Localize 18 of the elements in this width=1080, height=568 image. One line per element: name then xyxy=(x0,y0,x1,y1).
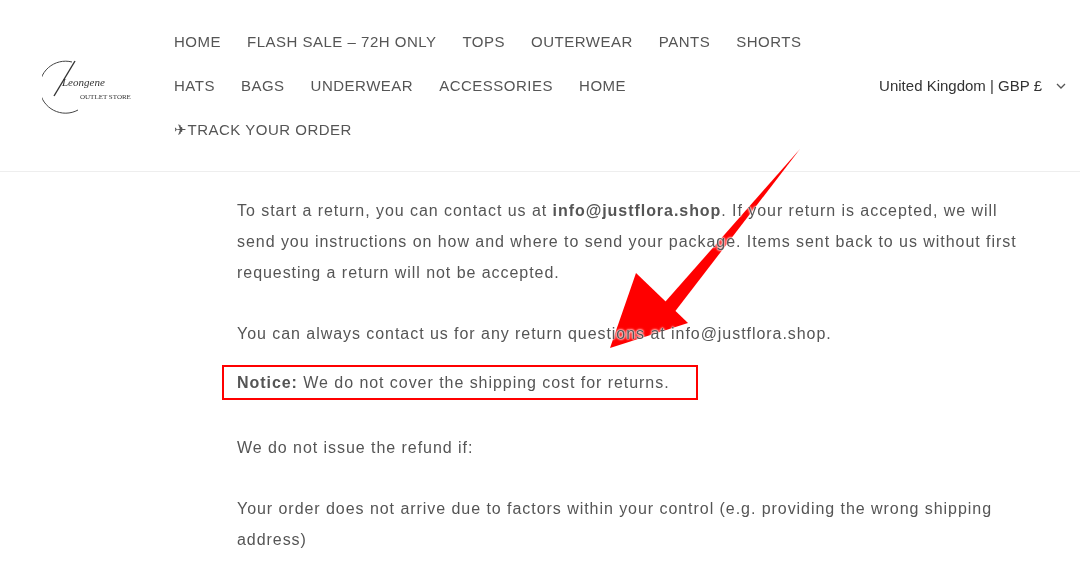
nav-link[interactable]: HOME xyxy=(579,77,627,94)
nav-link[interactable]: TOPS xyxy=(462,33,506,50)
nav-link[interactable]: HOME xyxy=(174,33,221,50)
paragraph: Your order does not arrive due to factors within your control (e.g. providing the wrong shipping address) xyxy=(237,499,993,550)
logo-name: Leongene xyxy=(62,75,105,88)
notice-text: Notice: We do not cover the shipping cost for returns. xyxy=(237,374,670,391)
chevron-down-icon[interactable] xyxy=(1056,82,1066,89)
nav-link[interactable]: SHORTS xyxy=(736,33,802,50)
nav-link[interactable]: OUTERWEAR xyxy=(531,33,633,50)
nav-link[interactable]: ACCESSORIES xyxy=(439,77,554,94)
region-selector[interactable]: United Kingdom | GBP £ xyxy=(879,77,1042,94)
nav-link[interactable]: ✈TRACK YOUR ORDER xyxy=(174,120,352,139)
nav-link[interactable]: UNDERWEAR xyxy=(310,77,414,94)
nav-link[interactable]: HATS xyxy=(174,77,215,94)
nav-link[interactable]: BAGS xyxy=(240,77,285,94)
nav-link[interactable]: FLASH SALE – 72H ONLY xyxy=(247,33,437,50)
paragraph: We do not issue the refund if: xyxy=(237,438,475,458)
nav-link[interactable]: PANTS xyxy=(658,33,711,50)
